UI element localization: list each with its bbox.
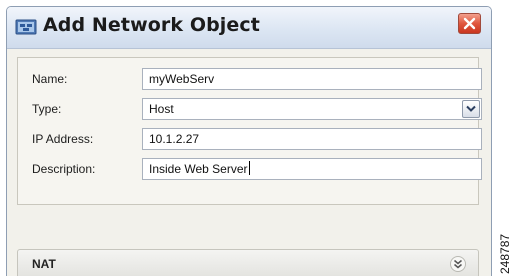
ip-address-field[interactable]: 10.1.2.27 [142,128,482,150]
close-icon [463,17,476,30]
type-dropdown-button[interactable] [462,100,480,118]
description-label: Description: [32,162,96,176]
type-label: Type: [32,102,62,116]
description-field[interactable]: Inside Web Server [142,158,482,180]
nat-label: NAT [32,257,56,271]
network-object-form: Name: myWebServ Type: Host IP Address: 1… [17,57,482,205]
figure-code: 248787 [498,233,512,274]
name-label: Name: [32,72,68,86]
dialog-titlebar: Add Network Object [7,7,491,49]
add-network-object-dialog: Add Network Object Name: myWebServ Type:… [6,6,492,276]
nat-section-header[interactable]: NAT [17,249,479,276]
dialog-title: Add Network Object [43,14,260,36]
chevron-down-icon [466,105,476,112]
ip-address-label: IP Address: [32,132,94,146]
type-selected-value: Host [149,102,174,116]
description-value: Inside Web Server [149,162,248,176]
name-field[interactable]: myWebServ [142,68,482,90]
type-select[interactable]: Host [142,98,482,120]
close-button[interactable] [458,13,481,34]
double-chevron-down-icon[interactable] [450,256,466,272]
text-caret [248,161,250,175]
screenshot-stage: Add Network Object Name: myWebServ Type:… [0,0,514,276]
network-object-icon [15,19,37,35]
